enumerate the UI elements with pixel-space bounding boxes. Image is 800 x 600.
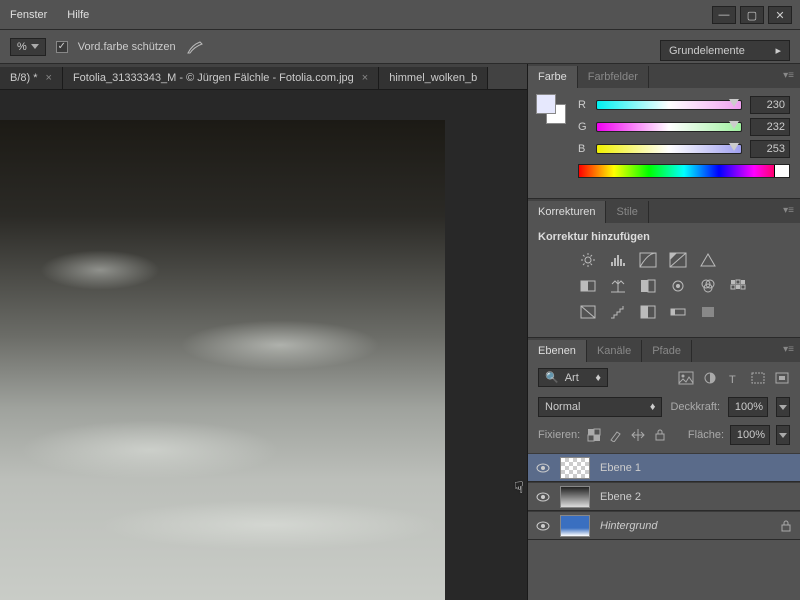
doc-tab-2[interactable]: Fotolia_31333343_M - © Jürgen Fälchle - …	[63, 67, 379, 89]
lock-transparency-icon[interactable]	[586, 428, 602, 442]
tab-stile[interactable]: Stile	[606, 201, 648, 223]
tab-farbfelder[interactable]: Farbfelder	[578, 66, 649, 88]
colorlookup-icon[interactable]	[728, 277, 748, 295]
opacity-value[interactable]: 100%	[728, 397, 768, 417]
selectivecolor-icon[interactable]	[698, 303, 718, 321]
vibrance-icon[interactable]	[698, 251, 718, 269]
layer-name[interactable]: Ebene 2	[600, 491, 792, 503]
posterize-icon[interactable]	[608, 303, 628, 321]
layer-row[interactable]: Ebene 1	[528, 453, 800, 482]
close-button[interactable]: ✕	[768, 6, 792, 24]
filter-adjust-icon[interactable]	[702, 371, 718, 385]
layer-row[interactable]: Ebene 2	[528, 482, 800, 511]
gradientmap-icon[interactable]	[668, 303, 688, 321]
g-slider[interactable]	[596, 122, 742, 132]
canvas[interactable]	[0, 120, 445, 600]
photofilter-icon[interactable]	[668, 277, 688, 295]
b-slider[interactable]	[596, 144, 742, 154]
invert-icon[interactable]	[578, 303, 598, 321]
menu-hilfe[interactable]: Hilfe	[67, 9, 89, 21]
tab-ebenen[interactable]: Ebenen	[528, 340, 587, 362]
curves-icon[interactable]	[638, 251, 658, 269]
add-adjustment-label: Korrektur hinzufügen	[538, 231, 790, 243]
brush-icon[interactable]	[186, 39, 206, 55]
g-value[interactable]: 232	[750, 118, 790, 136]
filter-image-icon[interactable]	[678, 371, 694, 385]
blend-mode-select[interactable]: Normal♦	[538, 397, 662, 417]
menu-fenster[interactable]: Fenster	[10, 9, 47, 21]
b-value[interactable]: 253	[750, 140, 790, 158]
fill-arrow[interactable]	[776, 425, 790, 445]
r-label: R	[578, 99, 588, 111]
lock-label: Fixieren:	[538, 429, 580, 441]
visibility-icon[interactable]	[536, 490, 550, 504]
g-label: G	[578, 121, 588, 133]
opacity-dropdown[interactable]: %	[10, 38, 46, 56]
tab-kanaele[interactable]: Kanäle	[587, 340, 642, 362]
layers-panel: Ebenen Kanäle Pfade ▾≡ 🔍Art♦ T Normal♦ D…	[528, 338, 800, 540]
bw-icon[interactable]	[638, 277, 658, 295]
tab-farbe[interactable]: Farbe	[528, 66, 578, 88]
balance-icon[interactable]	[608, 277, 628, 295]
maximize-button[interactable]: ▢	[740, 6, 764, 24]
layer-name[interactable]: Ebene 1	[600, 462, 792, 474]
color-panel: Farbe Farbfelder ▾≡ R 230 G 232	[528, 64, 800, 199]
minimize-button[interactable]: —	[712, 6, 736, 24]
workspace-selector[interactable]: Grundelemente▸	[660, 40, 790, 61]
svg-text:T: T	[729, 374, 736, 385]
layer-thumbnail[interactable]	[560, 457, 590, 479]
layer-name[interactable]: Hintergrund	[600, 520, 770, 532]
panel-menu-icon[interactable]: ▾≡	[783, 70, 794, 81]
tab-korrekturen[interactable]: Korrekturen	[528, 201, 606, 223]
foreground-swatch[interactable]	[536, 94, 556, 114]
layer-row[interactable]: Hintergrund	[528, 511, 800, 540]
window-controls: — ▢ ✕	[712, 6, 792, 24]
b-label: B	[578, 143, 588, 155]
fill-label: Fläche:	[688, 429, 724, 441]
protect-fgcolor-checkbox[interactable]	[56, 41, 68, 53]
r-slider[interactable]	[596, 100, 742, 110]
doc-tab-1[interactable]: B/8) *×	[0, 67, 63, 89]
color-spectrum[interactable]	[578, 164, 790, 178]
lock-position-icon[interactable]	[630, 428, 646, 442]
work-area	[0, 90, 527, 600]
menu-bar: Fenster Hilfe	[0, 0, 800, 30]
opacity-arrow[interactable]	[776, 397, 790, 417]
filter-type-icon[interactable]: T	[726, 371, 742, 385]
fill-value[interactable]: 100%	[730, 425, 770, 445]
panel-menu-icon[interactable]: ▾≡	[783, 344, 794, 355]
lock-icon	[780, 520, 792, 532]
threshold-icon[interactable]	[638, 303, 658, 321]
layer-thumbnail[interactable]	[560, 486, 590, 508]
exposure-icon[interactable]	[668, 251, 688, 269]
filter-type-select[interactable]: 🔍Art♦	[538, 368, 608, 387]
lock-all-icon[interactable]	[652, 428, 668, 442]
doc-tab-3[interactable]: himmel_wolken_b	[379, 67, 488, 89]
panels-dock: Farbe Farbfelder ▾≡ R 230 G 232	[527, 64, 800, 600]
protect-fgcolor-label: Vord.farbe schützen	[78, 41, 176, 53]
hue-icon[interactable]	[578, 277, 598, 295]
levels-icon[interactable]	[608, 251, 628, 269]
filter-smart-icon[interactable]	[774, 371, 790, 385]
close-icon[interactable]: ×	[46, 72, 52, 84]
close-icon[interactable]: ×	[362, 72, 368, 84]
visibility-icon[interactable]	[536, 519, 550, 533]
layer-thumbnail[interactable]	[560, 515, 590, 537]
visibility-icon[interactable]	[536, 461, 550, 475]
panel-menu-icon[interactable]: ▾≡	[783, 205, 794, 216]
tab-pfade[interactable]: Pfade	[642, 340, 692, 362]
filter-shape-icon[interactable]	[750, 371, 766, 385]
brightness-icon[interactable]	[578, 251, 598, 269]
lock-paint-icon[interactable]	[608, 428, 624, 442]
r-value[interactable]: 230	[750, 96, 790, 114]
channelmixer-icon[interactable]	[698, 277, 718, 295]
opacity-label: Deckkraft:	[670, 401, 720, 413]
adjustments-panel: Korrekturen Stile ▾≡ Korrektur hinzufüge…	[528, 199, 800, 338]
